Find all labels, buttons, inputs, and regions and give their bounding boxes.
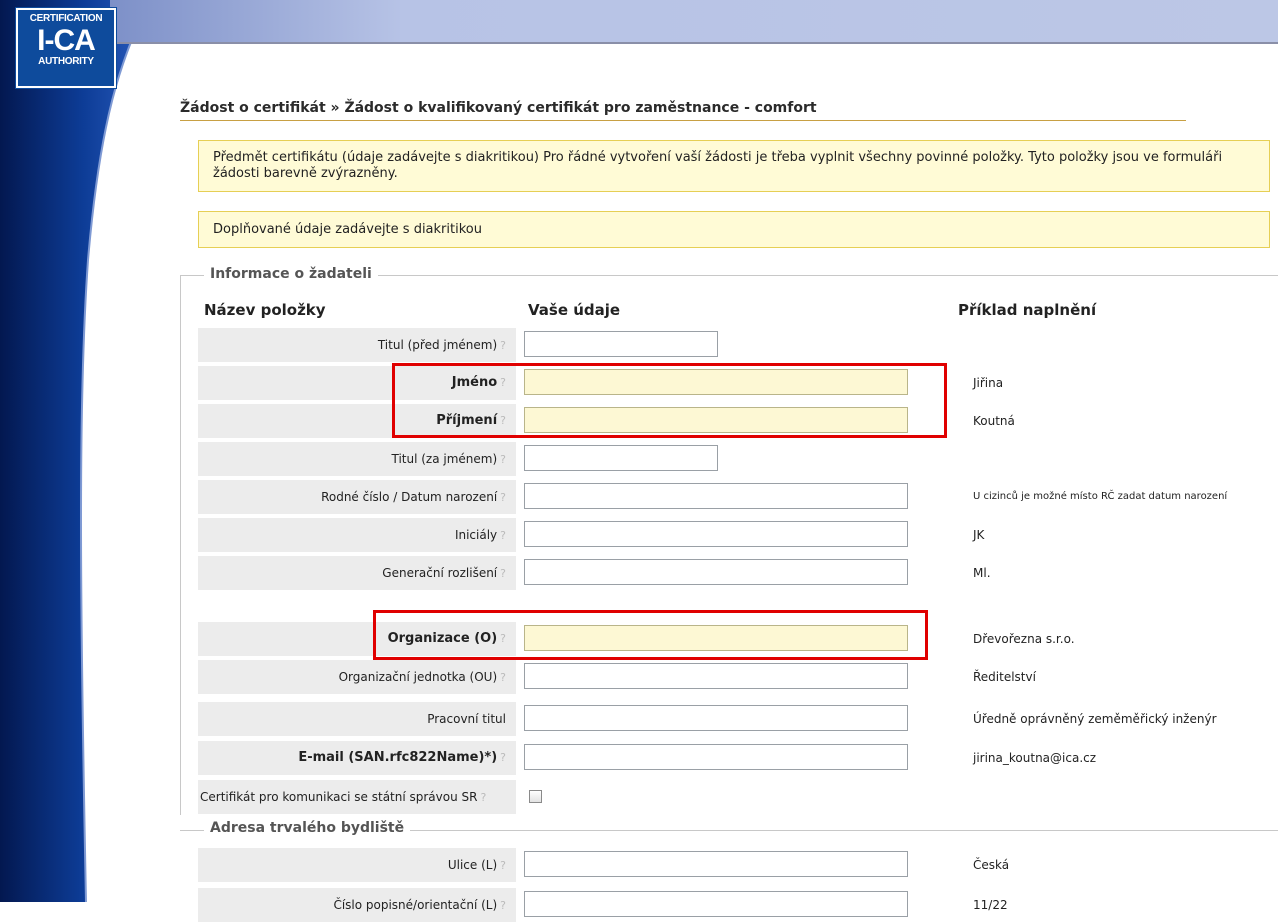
example-value: jirina_koutna@ica.cz <box>973 751 1097 765</box>
example-value: Úředně oprávněný zeměměřický inženýr <box>973 712 1217 726</box>
field-label: Pracovní titul <box>427 712 506 726</box>
job-title-input[interactable] <box>524 705 908 731</box>
help-icon[interactable]: ? <box>500 529 506 542</box>
field-label: Titul (před jménem) <box>377 338 498 352</box>
notice-required-fields: Předmět certifikátu (údaje zadávejte s d… <box>198 140 1270 192</box>
help-icon[interactable]: ? <box>500 859 506 872</box>
section-legend-applicant: Informace o žadateli <box>204 266 378 282</box>
street-input[interactable] <box>524 851 908 877</box>
example-value: Koutná <box>973 414 1015 428</box>
help-icon[interactable]: ? <box>480 791 486 804</box>
logo-line-ica: I-CA <box>37 24 96 57</box>
field-label: Rodné číslo / Datum narození <box>321 490 498 504</box>
form-row-job-title: Pracovní titul Úředně oprávněný zeměměři… <box>198 702 1270 736</box>
field-label: Číslo popisné/orientační (L) <box>333 898 498 912</box>
example-value: Česká <box>973 858 1010 872</box>
initials-input[interactable] <box>524 521 908 547</box>
birth-number-input[interactable] <box>524 483 908 509</box>
help-icon[interactable]: ? <box>500 567 506 580</box>
form-row-generation: Generační rozlišení? Ml. <box>198 556 1270 590</box>
form-row-title-after: Titul (za jménem)? <box>198 442 1270 476</box>
help-icon[interactable]: ? <box>500 751 506 764</box>
decorative-swoosh <box>0 0 150 902</box>
example-value: U cizinců je možné místo RČ zadat datum … <box>973 491 1228 502</box>
ica-logo[interactable]: CERTIFICATION I-CA AUTHORITY <box>16 8 116 88</box>
form-row-street: Ulice (L)? Česká <box>198 848 1270 882</box>
org-unit-input[interactable] <box>524 663 908 689</box>
column-header-name: Název položky <box>204 301 326 319</box>
help-icon[interactable]: ? <box>500 376 506 389</box>
field-label: Jméno <box>451 375 498 390</box>
field-label: Příjmení <box>436 413 498 428</box>
notice-diacritics: Doplňované údaje zadávejte s diakritikou <box>198 211 1270 248</box>
section-legend-address: Adresa trvalého bydliště <box>204 820 411 836</box>
field-label: Certifikát pro komunikaci se státní sprá… <box>200 790 478 804</box>
house-number-input[interactable] <box>524 891 908 917</box>
help-icon[interactable]: ? <box>500 671 506 684</box>
logo-line-authority: AUTHORITY <box>38 56 94 67</box>
form-row-house-number: Číslo popisné/orientační (L)? 11/22 <box>198 888 1270 922</box>
field-label: Ulice (L) <box>447 858 498 872</box>
form-row-first-name: Jméno? Jiřina <box>198 366 1270 400</box>
first-name-input[interactable] <box>524 369 908 395</box>
sr-certificate-checkbox[interactable] <box>529 790 542 803</box>
email-input[interactable] <box>524 744 908 770</box>
help-icon[interactable]: ? <box>500 899 506 912</box>
form-row-sr-certificate: Certifikát pro komunikaci se státní sprá… <box>198 780 1270 814</box>
form-row-last-name: Příjmení? Koutná <box>198 404 1270 438</box>
form-row-initials: Iniciály? JK <box>198 518 1270 552</box>
header-banner <box>110 0 1278 44</box>
example-value: Ml. <box>973 566 991 580</box>
column-header-example: Příklad naplnění <box>958 301 1097 319</box>
example-value: 11/22 <box>973 898 1008 912</box>
help-icon[interactable]: ? <box>500 339 506 352</box>
fieldset-border <box>180 275 181 815</box>
field-label: E-mail (SAN.rfc822Name)*) <box>298 750 498 765</box>
field-label: Titul (za jménem) <box>391 452 498 466</box>
form-row-title-before: Titul (před jménem)? <box>198 328 1270 362</box>
help-icon[interactable]: ? <box>500 632 506 645</box>
field-label: Iniciály <box>454 528 498 542</box>
form-row-email: E-mail (SAN.rfc822Name)*)? jirina_koutna… <box>198 741 1270 775</box>
last-name-input[interactable] <box>524 407 908 433</box>
example-value: Ředitelství <box>973 670 1036 684</box>
help-icon[interactable]: ? <box>500 414 506 427</box>
breadcrumb: Žádost o certifikát » Žádost o kvalifiko… <box>180 100 1186 121</box>
field-label: Organizační jednotka (OU) <box>338 670 498 684</box>
field-label: Generační rozlišení <box>382 566 498 580</box>
example-value: JK <box>973 528 985 542</box>
form-row-org-unit: Organizační jednotka (OU)? Ředitelství <box>198 660 1270 694</box>
form-row-birth-number: Rodné číslo / Datum narození? U cizinců … <box>198 480 1270 514</box>
column-header-value: Vaše údaje <box>528 301 621 319</box>
example-value: Dřevořezna s.r.o. <box>973 632 1075 646</box>
help-icon[interactable]: ? <box>500 491 506 504</box>
field-label: Organizace (O) <box>387 631 498 646</box>
help-icon[interactable]: ? <box>500 453 506 466</box>
form-row-organization: Organizace (O)? Dřevořezna s.r.o. <box>198 622 1270 656</box>
generation-input[interactable] <box>524 559 908 585</box>
title-before-input[interactable] <box>524 331 718 357</box>
title-after-input[interactable] <box>524 445 718 471</box>
example-value: Jiřina <box>973 376 1004 390</box>
organization-input[interactable] <box>524 625 908 651</box>
